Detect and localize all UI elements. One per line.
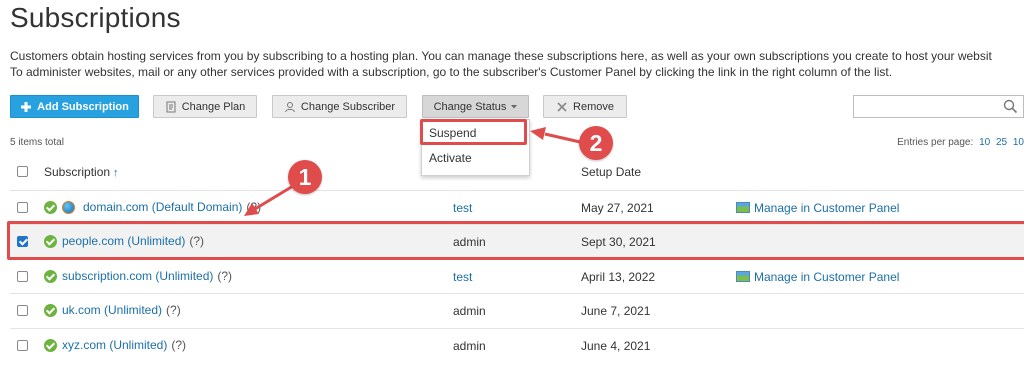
callout-1-arrow-line — [254, 184, 294, 211]
callout-2-arrow-head — [530, 127, 546, 140]
callout-badge-2: 2 — [579, 126, 613, 160]
callout-badge-1: 1 — [288, 160, 322, 194]
annotation-arrows — [244, 127, 581, 216]
callout-2-arrow-line — [544, 132, 581, 144]
